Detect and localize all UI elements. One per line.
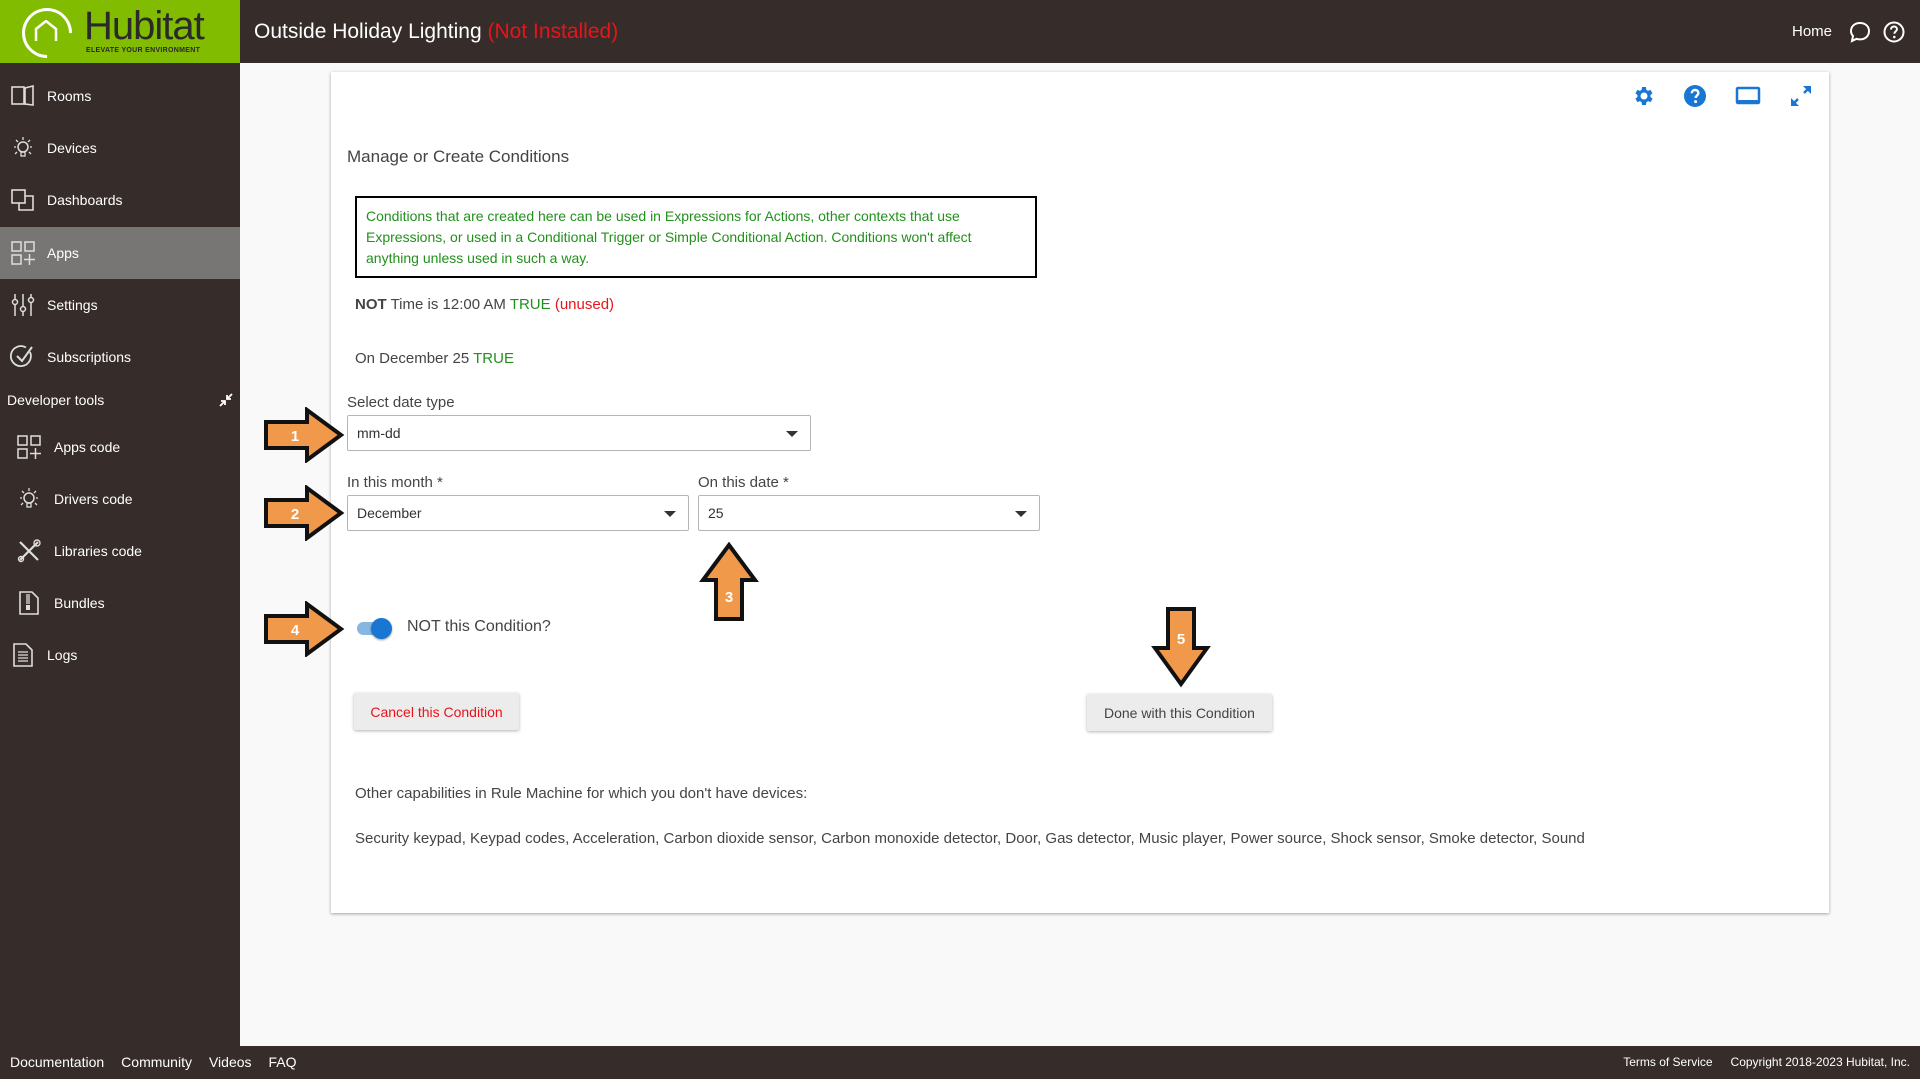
cancel-condition-button[interactable]: Cancel this Condition	[354, 693, 519, 730]
copyright-text: Copyright 2018-2023 Hubitat, Inc.	[1730, 1055, 1910, 1069]
sidebar-item-label: Libraries code	[54, 543, 142, 559]
footer-link-documentation[interactable]: Documentation	[10, 1054, 104, 1070]
annotation-arrow-5: 5	[1151, 607, 1211, 688]
not-condition-label: NOT this Condition?	[407, 618, 551, 635]
sidebar-item-devices[interactable]: Devices	[0, 122, 240, 174]
month-label: In this month *	[347, 474, 443, 491]
arrow-label: 5	[1177, 631, 1185, 648]
annotation-arrow-4: 4	[264, 601, 345, 657]
toggle-knob	[371, 618, 392, 639]
lightbulb-icon	[16, 486, 42, 512]
house-icon	[34, 20, 58, 41]
date-type-select[interactable]: mm-dd	[347, 415, 811, 451]
info-box: Conditions that are created here can be …	[355, 196, 1037, 278]
sidebar-item-rooms[interactable]: Rooms	[0, 70, 240, 122]
condition-state: TRUE	[473, 350, 514, 367]
rooms-icon	[10, 83, 36, 109]
sidebar-item-label: Dashboards	[47, 192, 123, 208]
sidebar-item-label: Logs	[47, 647, 78, 663]
sidebar-item-subscriptions[interactable]: Subscriptions	[0, 331, 240, 383]
date-type-value: mm-dd	[357, 425, 401, 441]
footer-link-faq[interactable]: FAQ	[269, 1054, 297, 1070]
arrow-label: 1	[291, 428, 299, 445]
footer: Documentation Community Videos FAQ Terms…	[0, 1046, 1920, 1079]
sidebar-item-label: Apps	[47, 245, 79, 261]
terms-of-service-link[interactable]: Terms of Service	[1623, 1055, 1712, 1069]
sidebar-item-label: Drivers code	[54, 491, 133, 507]
other-capabilities-list: Security keypad, Keypad codes, Accelerat…	[355, 830, 1585, 847]
developer-tools-label: Developer tools	[7, 392, 105, 408]
home-link[interactable]: Home	[1792, 23, 1832, 40]
sidebar-item-libraries-code[interactable]: Libraries code	[0, 525, 240, 577]
sidebar-item-label: Settings	[47, 297, 98, 313]
page-title: Outside Holiday Lighting (Not Installed)	[254, 20, 618, 44]
arrow-label: 4	[291, 622, 300, 639]
sidebar-item-label: Subscriptions	[47, 349, 132, 365]
condition-item[interactable]: On December 25 TRUE	[355, 350, 514, 367]
annotation-arrow-1: 1	[264, 407, 345, 463]
condition-state: TRUE	[509, 296, 551, 313]
date-select[interactable]: 25	[698, 495, 1040, 531]
condition-prefix: NOT	[355, 296, 387, 313]
dashboards-icon	[10, 187, 36, 213]
collapse-icon[interactable]	[219, 393, 233, 407]
top-bar: Hubitat ELEVATE YOUR ENVIRONMENT Outside…	[0, 0, 1920, 69]
sidebar: Rooms Devices Dashboards Apps Settings S…	[0, 63, 240, 1046]
other-capabilities-label: Other capabilities in Rule Machine for w…	[355, 785, 808, 802]
fullscreen-icon[interactable]	[1789, 84, 1813, 108]
condition-item[interactable]: NOT Time is 12:00 AM TRUE (unused)	[355, 296, 614, 313]
chevron-down-icon	[664, 511, 676, 517]
app-name: Outside Holiday Lighting	[254, 20, 482, 43]
date-type-label: Select date type	[347, 394, 455, 411]
month-select[interactable]: December	[347, 495, 689, 531]
date-value: 25	[708, 505, 724, 521]
sidebar-item-apps[interactable]: Apps	[0, 227, 240, 279]
arrow-label: 2	[291, 506, 299, 523]
logo-wordmark: Hubitat	[84, 4, 205, 48]
tools-icon	[16, 538, 42, 564]
chat-icon[interactable]	[1848, 20, 1872, 44]
sidebar-item-label: Apps code	[54, 439, 121, 455]
apps-icon	[16, 434, 42, 460]
condition-text: Time is 12:00 AM	[390, 296, 506, 313]
lightbulb-icon	[10, 135, 36, 161]
document-icon	[10, 642, 36, 668]
not-condition-toggle[interactable]	[355, 618, 392, 639]
condition-text: On December 25	[355, 350, 470, 367]
condition-note: (unused)	[554, 296, 615, 313]
developer-tools-header[interactable]: Developer tools	[7, 392, 233, 408]
month-value: December	[357, 505, 422, 521]
sidebar-item-settings[interactable]: Settings	[0, 279, 240, 331]
sidebar-item-label: Bundles	[54, 595, 105, 611]
annotation-arrow-2: 2	[264, 485, 345, 541]
app-config-card: Manage or Create Conditions Conditions t…	[331, 72, 1829, 913]
sidebar-item-logs[interactable]: Logs	[0, 629, 240, 681]
footer-link-videos[interactable]: Videos	[209, 1054, 252, 1070]
date-label: On this date *	[698, 474, 789, 491]
install-status: (Not Installed)	[487, 20, 619, 43]
help-icon[interactable]	[1683, 84, 1707, 108]
section-heading: Manage or Create Conditions	[347, 147, 570, 166]
sidebar-item-label: Devices	[47, 140, 97, 156]
sidebar-item-drivers-code[interactable]: Drivers code	[0, 473, 240, 525]
chevron-down-icon	[1015, 511, 1027, 517]
annotation-arrow-3: 3	[699, 542, 759, 621]
zip-file-icon	[16, 590, 42, 616]
logo-tagline: ELEVATE YOUR ENVIRONMENT	[86, 47, 201, 54]
check-circle-icon	[10, 344, 36, 370]
monitor-icon[interactable]	[1735, 84, 1761, 108]
sidebar-item-bundles[interactable]: Bundles	[0, 577, 240, 629]
sidebar-item-dashboards[interactable]: Dashboards	[0, 174, 240, 226]
apps-icon	[10, 240, 36, 266]
chevron-down-icon	[786, 431, 798, 437]
sliders-icon	[10, 292, 36, 318]
hubitat-logo[interactable]: Hubitat ELEVATE YOUR ENVIRONMENT	[0, 0, 240, 69]
help-circle-icon[interactable]	[1882, 20, 1906, 44]
sidebar-item-label: Rooms	[47, 88, 92, 104]
arrow-label: 3	[725, 589, 733, 606]
gear-icon[interactable]	[1631, 84, 1655, 108]
footer-link-community[interactable]: Community	[121, 1054, 192, 1070]
done-condition-button[interactable]: Done with this Condition	[1087, 694, 1272, 731]
sidebar-item-apps-code[interactable]: Apps code	[0, 421, 240, 473]
